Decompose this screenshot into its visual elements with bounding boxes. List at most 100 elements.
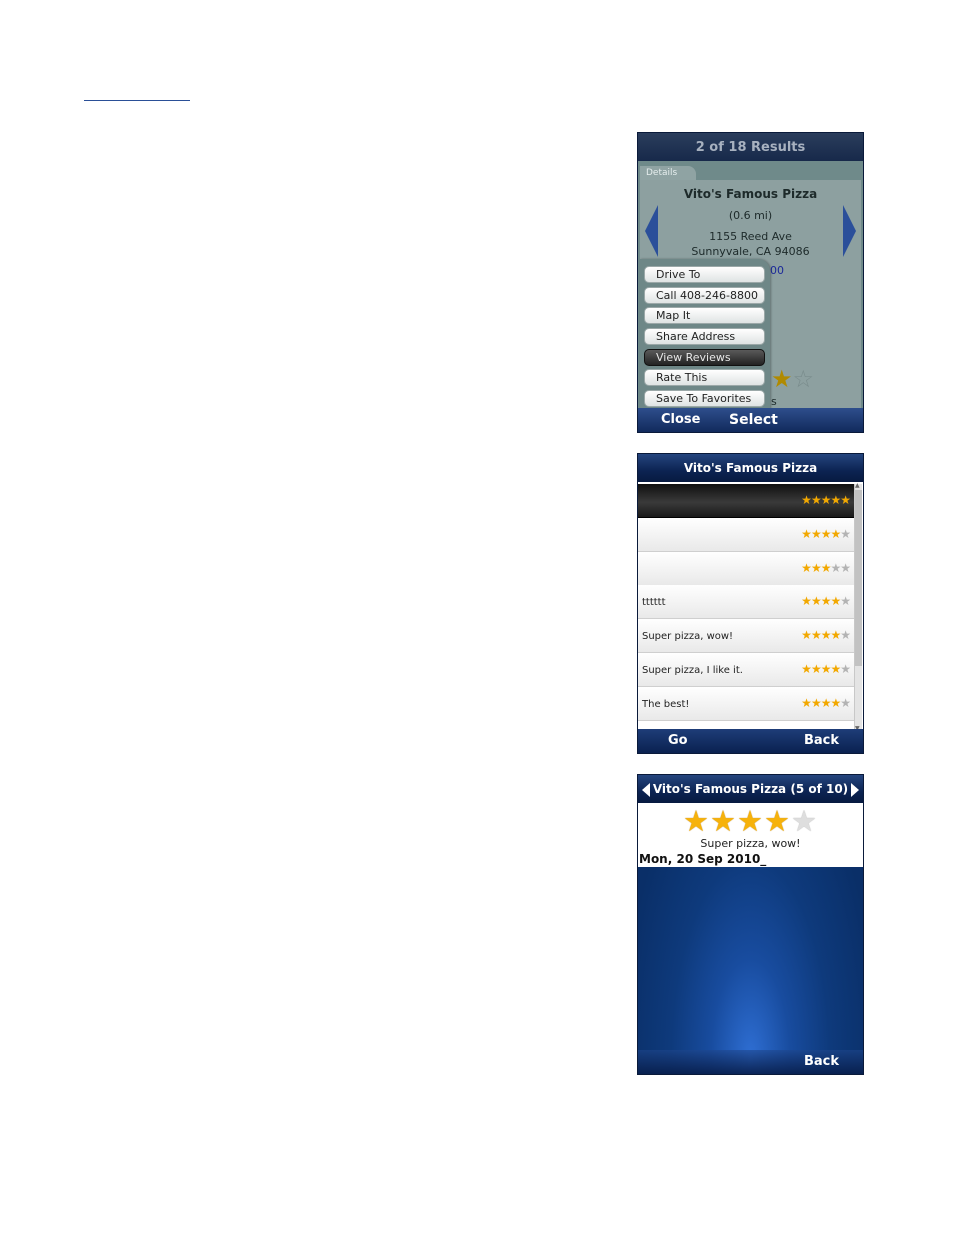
star-icon: ★ [830, 493, 841, 507]
menu-item-label: View Reviews [656, 351, 731, 364]
star-icon: ★ [840, 696, 851, 710]
scroll-up-icon[interactable]: ▲ [855, 482, 860, 489]
menu-item-rate-this[interactable]: Rate This [644, 369, 765, 386]
star-icon: ★ [791, 804, 818, 838]
business-name: Vito's Famous Pizza [683, 187, 818, 201]
star-icon: ★ [801, 696, 812, 710]
review-row-stars: ★★★★★ [801, 662, 851, 676]
star-icon: ★ [810, 628, 822, 642]
star-icon: ★ [810, 561, 822, 575]
review-row[interactable]: Super pizza, wow! ★★★★★ [638, 619, 855, 653]
star-icon: ★ [801, 628, 812, 642]
menu-item-call[interactable]: Call 408-246-8800 [644, 287, 765, 304]
star-icon: ★ [801, 527, 812, 541]
menu-item-save-to-favorites[interactable]: Save To Favorites [644, 390, 765, 407]
star-icon: ★ [820, 594, 832, 608]
title-text: 2 of 18 Results [695, 139, 806, 155]
star-icon: ★ [801, 493, 812, 507]
star-icon: ★ [737, 804, 764, 838]
star-icon: ★ [810, 662, 822, 676]
star-icon: ★ [801, 561, 812, 575]
left-arrow-icon[interactable] [642, 783, 650, 797]
menu-item-view-reviews[interactable]: View Reviews [644, 349, 765, 366]
star-icon: ★ [771, 365, 793, 393]
star-icon: ★ [820, 696, 832, 710]
title-text: Vito's Famous Pizza (5 of 10) [652, 782, 849, 796]
back-softkey[interactable]: Back [804, 1054, 839, 1069]
menu-item-drive-to[interactable]: Drive To [644, 266, 765, 283]
review-row-stars: ★★★★★ [801, 594, 851, 608]
review-date: Mon, 20 Sep 2010_ [639, 852, 767, 866]
right-arrow-icon[interactable] [851, 783, 859, 797]
star-icon: ★ [820, 493, 832, 507]
menu-item-label: Drive To [656, 268, 701, 281]
star-icon: ★ [830, 662, 841, 676]
star-icon: ★ [830, 561, 841, 575]
phone-link-partial[interactable]: 00 [770, 264, 784, 277]
review-row-text: Super pizza, I like it. [642, 665, 743, 676]
review-row-stars: ★★★★★ [801, 527, 851, 541]
scrollbar[interactable]: ▲ ▼ [854, 482, 862, 732]
star-icon: ★ [840, 493, 851, 507]
star-icon: ★ [840, 594, 851, 608]
star-icon: ★ [764, 804, 791, 838]
background-partial-text: s [771, 395, 777, 408]
review-row[interactable]: ★★★★★ [638, 518, 855, 552]
star-icon: ★ [801, 594, 812, 608]
phone-screen-results-menu: 2 of 18 Results Details Vito's Famous Pi… [637, 132, 864, 433]
star-icon: ★ [683, 804, 710, 838]
star-icon: ★ [820, 628, 832, 642]
review-row-stars: ★★★★★ [801, 696, 851, 710]
close-softkey[interactable]: Close [661, 412, 700, 427]
title-bar: Vito's Famous Pizza [638, 454, 863, 482]
review-row[interactable]: tttttt ★★★★★ [638, 585, 855, 619]
softkey-bar: Go Back [638, 729, 863, 753]
review-row-text: tttttt [642, 597, 666, 608]
review-row-stars: ★★★★★ [801, 561, 851, 575]
star-icon: ★ [810, 527, 822, 541]
review-row-text: The best! [642, 699, 690, 710]
star-icon: ★ [820, 662, 832, 676]
star-icon: ★ [840, 561, 851, 575]
phone-screen-reviews-list: Vito's Famous Pizza ★★★★★ ★★★★★ ★★★★★ ttttt… [637, 453, 864, 754]
menu-item-label: Share Address [656, 330, 736, 343]
go-softkey[interactable]: Go [668, 733, 688, 748]
options-popup-menu: Drive To Call 408-246-8800 Map It Share … [640, 259, 770, 411]
review-row-text: Super pizza, wow! [642, 631, 734, 642]
top-link-underline [84, 100, 190, 101]
previous-arrow-icon[interactable] [645, 205, 658, 257]
menu-item-share-address[interactable]: Share Address [644, 328, 765, 345]
star-icon: ★ [830, 628, 841, 642]
title-bar: Vito's Famous Pizza (5 of 10) [638, 775, 863, 803]
star-icon: ★ [820, 527, 832, 541]
star-icon: ★ [820, 561, 832, 575]
address-line-1: 1155 Reed Ave [709, 230, 792, 243]
select-softkey[interactable]: Select [729, 412, 778, 428]
next-arrow-icon[interactable] [843, 205, 856, 257]
review-rating-stars: ★★★★★ [638, 804, 863, 838]
scrollbar-thumb[interactable] [855, 490, 862, 666]
menu-item-label: Save To Favorites [656, 392, 752, 405]
star-icon: ★ [830, 527, 841, 541]
review-row[interactable]: The best! ★★★★★ [638, 687, 855, 721]
star-icon: ★ [840, 628, 851, 642]
review-row[interactable]: ★★★★★ [638, 484, 855, 518]
star-icon: ★ [840, 527, 851, 541]
title-bar: 2 of 18 Results [638, 133, 863, 161]
star-icon: ★ [810, 594, 822, 608]
back-softkey[interactable]: Back [804, 733, 839, 748]
softkey-bar: Close Select [638, 408, 863, 432]
review-detail-card: ★★★★★ Super pizza, wow! Mon, 20 Sep 2010… [638, 803, 863, 867]
star-outline-icon: ☆ [792, 365, 815, 393]
title-text: Vito's Famous Pizza [683, 461, 818, 475]
address-line-2: Sunnyvale, CA 94086 [691, 245, 810, 258]
tab-details-label: Details [646, 168, 678, 178]
business-distance: (0.6 mi) [728, 209, 773, 222]
tab-details[interactable]: Details [640, 166, 696, 180]
menu-item-map-it[interactable]: Map It [644, 307, 765, 324]
review-row[interactable]: ★★★★★ [638, 552, 855, 586]
star-icon: ★ [810, 493, 822, 507]
softkey-bar: Back [638, 1050, 863, 1074]
review-row[interactable]: Super pizza, I like it. ★★★★★ [638, 653, 855, 687]
review-text: Super pizza, wow! [700, 837, 801, 850]
